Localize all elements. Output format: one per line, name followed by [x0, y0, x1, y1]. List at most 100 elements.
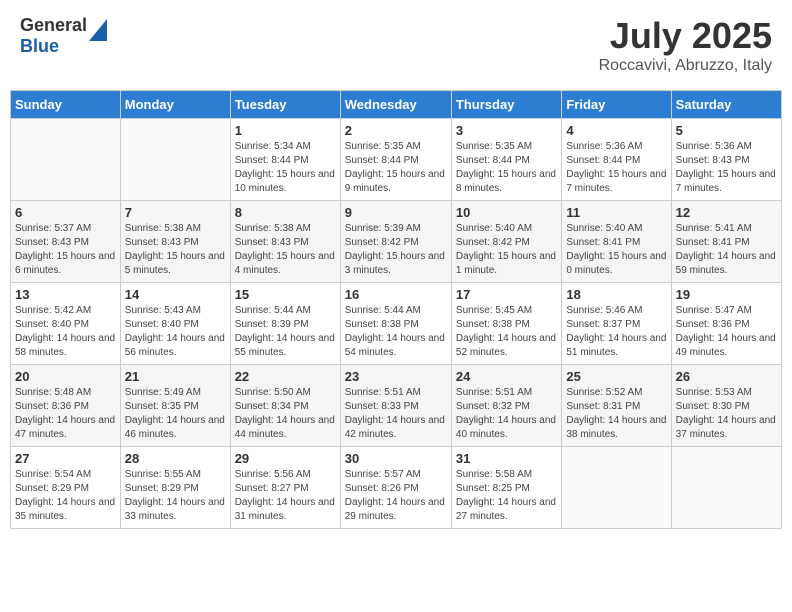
day-number: 4: [566, 123, 666, 138]
weekday-header-row: SundayMondayTuesdayWednesdayThursdayFrid…: [11, 91, 782, 119]
day-info: Sunrise: 5:47 AM Sunset: 8:36 PM Dayligh…: [676, 304, 777, 360]
calendar-cell: [671, 447, 781, 529]
calendar-cell: 8Sunrise: 5:38 AM Sunset: 8:43 PM Daylig…: [230, 201, 340, 283]
day-info: Sunrise: 5:49 AM Sunset: 8:35 PM Dayligh…: [125, 386, 226, 442]
day-info: Sunrise: 5:37 AM Sunset: 8:43 PM Dayligh…: [15, 222, 116, 278]
location-subtitle: Roccavivi, Abruzzo, Italy: [599, 57, 772, 75]
day-number: 2: [345, 123, 447, 138]
calendar-cell: 15Sunrise: 5:44 AM Sunset: 8:39 PM Dayli…: [230, 283, 340, 365]
day-info: Sunrise: 5:36 AM Sunset: 8:43 PM Dayligh…: [676, 140, 777, 196]
calendar-week-row: 6 Sunrise: 5:37 AM Sunset: 8:43 PM Daylig…: [11, 201, 782, 283]
day-info: Sunrise: 5:41 AM Sunset: 8:41 PM Dayligh…: [676, 222, 777, 278]
weekday-header-wednesday: Wednesday: [340, 91, 451, 119]
calendar-cell: 5 Sunrise: 5:36 AM Sunset: 8:43 PM Daylig…: [671, 119, 781, 201]
day-number: 21: [125, 369, 226, 384]
calendar-cell: 6 Sunrise: 5:37 AM Sunset: 8:43 PM Daylig…: [11, 201, 121, 283]
calendar-cell: 1 Sunrise: 5:34 AM Sunset: 8:44 PM Daylig…: [230, 119, 340, 201]
day-number: 14: [125, 287, 226, 302]
day-info: Sunrise: 5:42 AM Sunset: 8:40 PM Dayligh…: [15, 304, 116, 360]
day-number: 5: [676, 123, 777, 138]
day-info: Sunrise: 5:43 AM Sunset: 8:40 PM Dayligh…: [125, 304, 226, 360]
calendar-cell: [11, 119, 121, 201]
calendar-cell: 2Sunrise: 5:35 AM Sunset: 8:44 PM Daylig…: [340, 119, 451, 201]
day-number: 23: [345, 369, 447, 384]
calendar-cell: 14 Sunrise: 5:43 AM Sunset: 8:40 PM Dayli…: [120, 283, 230, 365]
day-info: Sunrise: 5:40 AM Sunset: 8:41 PM Dayligh…: [566, 222, 666, 278]
weekday-header-tuesday: Tuesday: [230, 91, 340, 119]
calendar-week-row: 27 Sunrise: 5:54 AM Sunset: 8:29 PM Dayli…: [11, 447, 782, 529]
calendar-cell: 29Sunrise: 5:56 AM Sunset: 8:27 PM Dayli…: [230, 447, 340, 529]
calendar-cell: 13Sunrise: 5:42 AM Sunset: 8:40 PM Dayli…: [11, 283, 121, 365]
weekday-header-saturday: Saturday: [671, 91, 781, 119]
calendar-cell: 12 Sunrise: 5:41 AM Sunset: 8:41 PM Dayli…: [671, 201, 781, 283]
weekday-header-monday: Monday: [120, 91, 230, 119]
day-number: 27: [15, 451, 116, 466]
weekday-header-sunday: Sunday: [11, 91, 121, 119]
calendar-cell: 21 Sunrise: 5:49 AM Sunset: 8:35 PM Dayli…: [120, 365, 230, 447]
weekday-header-thursday: Thursday: [451, 91, 561, 119]
day-info: Sunrise: 5:38 AM Sunset: 8:43 PM Dayligh…: [235, 222, 336, 278]
day-info: Sunrise: 5:36 AM Sunset: 8:44 PM Dayligh…: [566, 140, 666, 196]
day-number: 12: [676, 205, 777, 220]
calendar-cell: 3 Sunrise: 5:35 AM Sunset: 8:44 PM Daylig…: [451, 119, 561, 201]
day-info: Sunrise: 5:50 AM Sunset: 8:34 PM Dayligh…: [235, 386, 336, 442]
day-info: Sunrise: 5:34 AM Sunset: 8:44 PM Dayligh…: [235, 140, 336, 196]
calendar-cell: 24Sunrise: 5:51 AM Sunset: 8:32 PM Dayli…: [451, 365, 561, 447]
day-info: Sunrise: 5:48 AM Sunset: 8:36 PM Dayligh…: [15, 386, 116, 442]
calendar-cell: 16 Sunrise: 5:44 AM Sunset: 8:38 PM Dayli…: [340, 283, 451, 365]
day-number: 15: [235, 287, 336, 302]
day-number: 31: [456, 451, 557, 466]
calendar-cell: 19 Sunrise: 5:47 AM Sunset: 8:36 PM Dayli…: [671, 283, 781, 365]
day-info: Sunrise: 5:35 AM Sunset: 8:44 PM Dayligh…: [456, 140, 557, 196]
day-info: Sunrise: 5:46 AM Sunset: 8:37 PM Dayligh…: [566, 304, 666, 360]
day-number: 22: [235, 369, 336, 384]
day-info: Sunrise: 5:51 AM Sunset: 8:33 PM Dayligh…: [345, 386, 447, 442]
calendar-cell: 4 Sunrise: 5:36 AM Sunset: 8:44 PM Daylig…: [562, 119, 671, 201]
day-number: 3: [456, 123, 557, 138]
month-year-title: July 2025: [599, 15, 772, 57]
day-number: 25: [566, 369, 666, 384]
day-number: 7: [125, 205, 226, 220]
calendar-cell: [120, 119, 230, 201]
logo-triangle-icon: [89, 19, 107, 41]
day-info: Sunrise: 5:45 AM Sunset: 8:38 PM Dayligh…: [456, 304, 557, 360]
day-number: 17: [456, 287, 557, 302]
day-number: 24: [456, 369, 557, 384]
calendar-cell: 18 Sunrise: 5:46 AM Sunset: 8:37 PM Dayli…: [562, 283, 671, 365]
calendar-cell: 27 Sunrise: 5:54 AM Sunset: 8:29 PM Dayli…: [11, 447, 121, 529]
calendar-cell: 9Sunrise: 5:39 AM Sunset: 8:42 PM Daylig…: [340, 201, 451, 283]
calendar-week-row: 20 Sunrise: 5:48 AM Sunset: 8:36 PM Dayli…: [11, 365, 782, 447]
day-number: 11: [566, 205, 666, 220]
calendar-cell: 31Sunrise: 5:58 AM Sunset: 8:25 PM Dayli…: [451, 447, 561, 529]
day-info: Sunrise: 5:52 AM Sunset: 8:31 PM Dayligh…: [566, 386, 666, 442]
calendar-cell: 26 Sunrise: 5:53 AM Sunset: 8:30 PM Dayli…: [671, 365, 781, 447]
day-number: 20: [15, 369, 116, 384]
day-info: Sunrise: 5:55 AM Sunset: 8:29 PM Dayligh…: [125, 468, 226, 524]
day-number: 26: [676, 369, 777, 384]
day-info: Sunrise: 5:39 AM Sunset: 8:42 PM Dayligh…: [345, 222, 447, 278]
day-number: 19: [676, 287, 777, 302]
day-number: 30: [345, 451, 447, 466]
calendar-week-row: 13Sunrise: 5:42 AM Sunset: 8:40 PM Dayli…: [11, 283, 782, 365]
weekday-header-friday: Friday: [562, 91, 671, 119]
calendar-cell: 11 Sunrise: 5:40 AM Sunset: 8:41 PM Dayli…: [562, 201, 671, 283]
day-number: 16: [345, 287, 447, 302]
day-info: Sunrise: 5:53 AM Sunset: 8:30 PM Dayligh…: [676, 386, 777, 442]
title-section: July 2025 Roccavivi, Abruzzo, Italy: [599, 15, 772, 75]
calendar-table: SundayMondayTuesdayWednesdayThursdayFrid…: [10, 90, 782, 529]
day-info: Sunrise: 5:54 AM Sunset: 8:29 PM Dayligh…: [15, 468, 116, 524]
calendar-cell: 25 Sunrise: 5:52 AM Sunset: 8:31 PM Dayli…: [562, 365, 671, 447]
day-info: Sunrise: 5:40 AM Sunset: 8:42 PM Dayligh…: [456, 222, 557, 278]
day-info: Sunrise: 5:44 AM Sunset: 8:38 PM Dayligh…: [345, 304, 447, 360]
calendar-week-row: 1 Sunrise: 5:34 AM Sunset: 8:44 PM Daylig…: [11, 119, 782, 201]
day-number: 1: [235, 123, 336, 138]
calendar-cell: 17 Sunrise: 5:45 AM Sunset: 8:38 PM Dayli…: [451, 283, 561, 365]
day-info: Sunrise: 5:57 AM Sunset: 8:26 PM Dayligh…: [345, 468, 447, 524]
day-number: 10: [456, 205, 557, 220]
day-number: 18: [566, 287, 666, 302]
day-number: 6: [15, 205, 116, 220]
logo-blue: Blue: [20, 36, 87, 57]
logo: General Blue: [20, 15, 107, 57]
day-info: Sunrise: 5:38 AM Sunset: 8:43 PM Dayligh…: [125, 222, 226, 278]
calendar-cell: 20 Sunrise: 5:48 AM Sunset: 8:36 PM Dayli…: [11, 365, 121, 447]
